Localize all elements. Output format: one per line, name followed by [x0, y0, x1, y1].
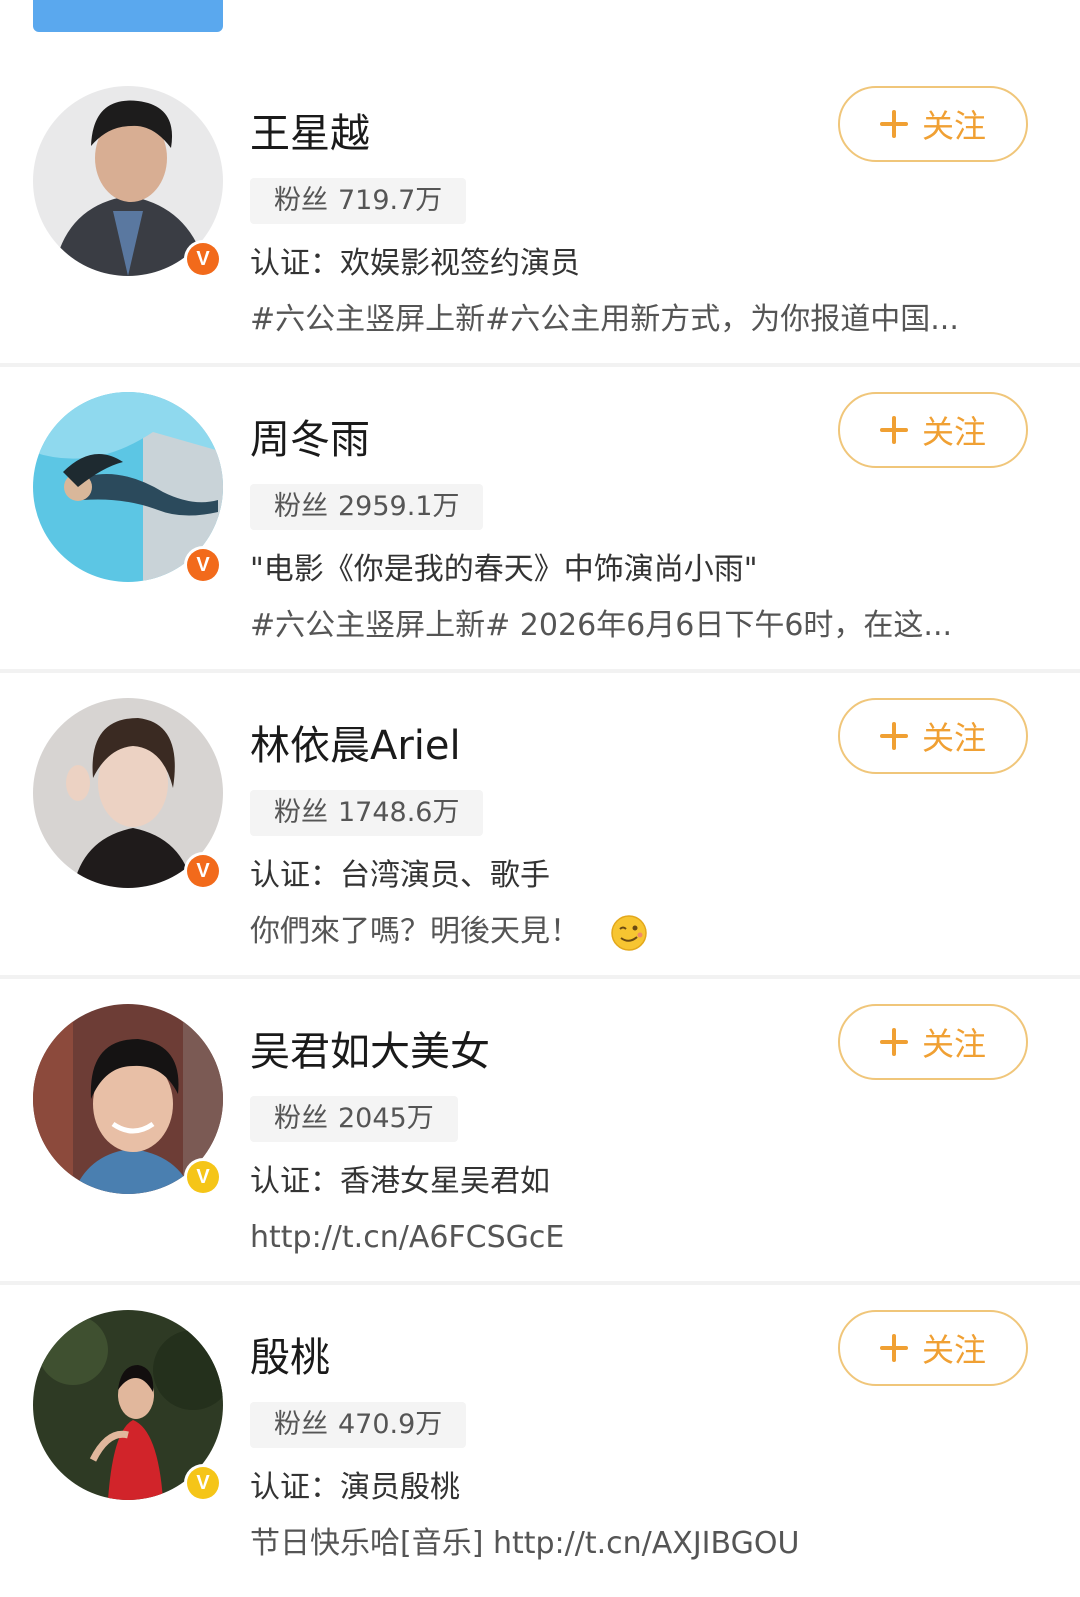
verification-text: "电影《你是我的春天》中饰演尚小雨" [250, 552, 758, 587]
fans-count-badge: 粉丝 470.9万 [250, 1402, 467, 1448]
verified-badge-icon: V [184, 240, 222, 278]
follow-button[interactable]: 关注 [838, 1310, 1028, 1386]
fans-count: 2045万 [338, 1103, 434, 1134]
fans-count: 1748.6万 [338, 797, 460, 828]
search-results-page: V 王星越 粉丝 719.7万 认证：欢娱影视签约演员 #六公主竖屏上新#六公主用… [0, 0, 1080, 1597]
fans-label: 粉丝 [274, 1103, 328, 1134]
verified-v-icon: V [187, 855, 219, 887]
user-card[interactable]: V 殷桃 粉丝 470.9万 认证：演员殷桃 节日快乐哈[音乐] http://t… [0, 1224, 1080, 1561]
fans-label: 粉丝 [274, 491, 328, 522]
verified-v-icon: V [187, 243, 219, 275]
follow-label: 关注 [921, 413, 986, 451]
verification-text: 认证：欢娱影视签约演员 [250, 246, 580, 281]
fans-count-badge: 粉丝 1748.6万 [250, 790, 484, 836]
plus-icon [879, 110, 908, 138]
user-card[interactable]: V 周冬雨 粉丝 2959.1万 "电影《你是我的春天》中饰演尚小雨" #六公主竖… [0, 306, 1080, 643]
follow-button[interactable]: 关注 [838, 392, 1028, 468]
follow-button[interactable]: 关注 [838, 86, 1028, 162]
verified-v-icon: V [187, 549, 219, 581]
fans-count: 719.7万 [338, 185, 443, 216]
verified-badge-icon: V [184, 852, 222, 890]
verified-badge-icon: V [184, 1158, 222, 1196]
plus-icon [879, 722, 908, 750]
user-name[interactable]: 周冬雨 [250, 414, 370, 466]
user-name[interactable]: 殷桃 [250, 1332, 330, 1384]
verification-text: 认证：香港女星吴君如 [250, 1164, 550, 1199]
plus-icon [879, 416, 908, 444]
fans-label: 粉丝 [274, 185, 328, 216]
follow-label: 关注 [921, 1025, 986, 1063]
verification-text: 认证：演员殷桃 [250, 1470, 460, 1505]
follow-button[interactable]: 关注 [838, 698, 1028, 774]
fans-count-badge: 粉丝 2045万 [250, 1096, 458, 1142]
fans-label: 粉丝 [274, 797, 328, 828]
user-name[interactable]: 吴君如大美女 [250, 1026, 490, 1078]
fans-count: 2959.1万 [338, 491, 460, 522]
follow-label: 关注 [921, 107, 986, 145]
verification-text: 认证：台湾演员、歌手 [250, 858, 550, 893]
user-card[interactable]: V 吴君如大美女 粉丝 2045万 认证：香港女星吴君如 http://t.cn/… [0, 918, 1080, 1255]
user-name[interactable]: 林依晨Ariel [250, 720, 461, 772]
verified-v-icon: V [187, 1467, 219, 1499]
fans-label: 粉丝 [274, 1409, 328, 1440]
verified-badge-icon: V [184, 1464, 222, 1502]
fans-count-badge: 粉丝 2959.1万 [250, 484, 484, 530]
follow-button[interactable]: 关注 [838, 1004, 1028, 1080]
verified-v-icon: V [187, 1161, 219, 1193]
user-card[interactable]: V 林依晨Ariel 粉丝 1748.6万 认证：台湾演员、歌手 你們來了嗎？明後… [0, 612, 1080, 951]
fans-count-badge: 粉丝 719.7万 [250, 178, 467, 224]
follow-label: 关注 [921, 719, 986, 757]
user-name[interactable]: 王星越 [250, 108, 370, 160]
user-card[interactable]: V 王星越 粉丝 719.7万 认证：欢娱影视签约演员 #六公主竖屏上新#六公主用… [0, 0, 1080, 337]
plus-icon [879, 1334, 908, 1362]
follow-label: 关注 [921, 1331, 986, 1369]
plus-icon [879, 1028, 908, 1056]
verified-badge-icon: V [184, 546, 222, 584]
user-bio: 节日快乐哈[音乐] http://t.cn/AXJIBGOU [250, 1526, 800, 1561]
fans-count: 470.9万 [338, 1409, 443, 1440]
